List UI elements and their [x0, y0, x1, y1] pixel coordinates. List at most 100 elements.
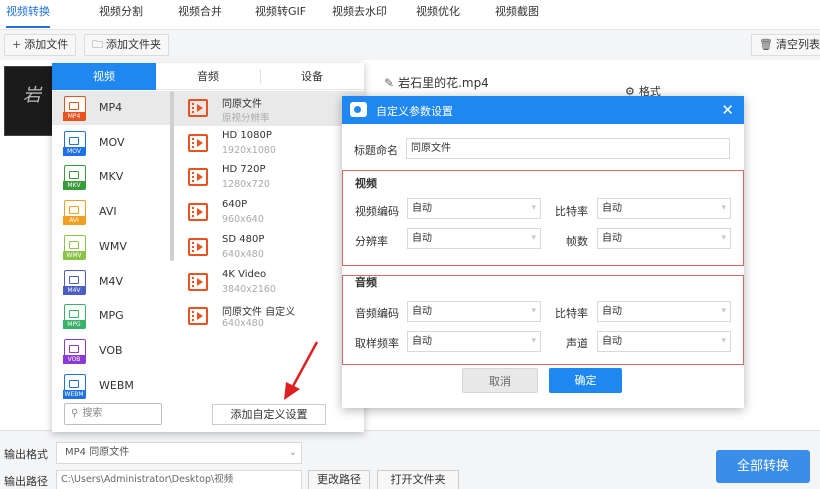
resolution-item[interactable]: SD 480P 640x480 — [174, 230, 364, 265]
sample-rate-select[interactable]: 自动 ▾ — [407, 331, 541, 352]
format-label: AVI — [99, 205, 117, 218]
format-item-avi[interactable]: AVI AVI — [52, 195, 170, 229]
convert-all-button[interactable]: 全部转换 — [716, 450, 810, 483]
format-item-webm[interactable]: WEBM WEBM — [52, 369, 170, 403]
pencil-icon[interactable]: ✎ — [384, 76, 394, 90]
audio-settings-group: 音频 音频编码 自动 ▾ 比特率 自动 ▾ 取样频率 自动 ▾ 声道 自动 ▾ — [342, 275, 744, 365]
audio-bitrate-label: 比特率 — [555, 307, 588, 320]
dialog-title: 自定义参数设置 — [376, 105, 453, 118]
title-name-input[interactable]: 同原文件 — [406, 138, 730, 159]
format-item-mov[interactable]: MOV MOV — [52, 126, 170, 160]
chevron-down-icon: ⌄ — [288, 447, 297, 458]
popup-tab-video[interactable]: 视频 — [52, 63, 156, 90]
resolution-item[interactable]: 同原文件 原视分辨率 — [174, 91, 364, 126]
format-item-wmv[interactable]: WMV WMV — [52, 230, 170, 264]
popup-tab-device[interactable]: 设备 — [260, 63, 364, 90]
audio-codec-label: 音频编码 — [355, 307, 399, 320]
sample-rate-value: 自动 — [412, 336, 432, 347]
search-icon: ⚲ — [71, 408, 79, 419]
resolution-item[interactable]: 4K Video 3840x2160 — [174, 265, 364, 300]
audio-codec-value: 自动 — [412, 306, 432, 317]
resolution-name: SD 480P — [222, 234, 265, 245]
format-item-mkv[interactable]: MKV MKV — [52, 160, 170, 194]
main-tab-bar: 视频转换 视频分割 视频合并 视频转GIF 视频去水印 视频优化 视频截图 — [0, 0, 820, 30]
format-item-mp4[interactable]: MP4 MP4 — [52, 91, 170, 125]
sample-rate-label: 取样频率 — [355, 337, 399, 350]
fps-value: 自动 — [602, 233, 622, 244]
tab-video-merge[interactable]: 视频合并 — [178, 0, 222, 30]
tab-video-remove-watermark[interactable]: 视频去水印 — [332, 0, 387, 30]
dialog-title-bar: 自定义参数设置 ✕ — [342, 96, 744, 124]
video-codec-select[interactable]: 自动 ▾ — [407, 198, 541, 219]
confirm-button[interactable]: 确定 — [549, 368, 622, 393]
resolution-item[interactable]: HD 1080P 1920x1080 — [174, 126, 364, 161]
format-item-m4v[interactable]: M4V M4V — [52, 265, 170, 299]
file-name-text: 岩石里的花.mp4 — [398, 76, 489, 90]
chevron-down-icon: ▾ — [721, 306, 726, 316]
mov-file-icon: MOV — [63, 131, 86, 156]
tab-video-to-gif[interactable]: 视频转GIF — [255, 0, 306, 30]
film-icon — [188, 99, 208, 117]
tab-video-optimize[interactable]: 视频优化 — [416, 0, 460, 30]
thumbnail-text: 岩 — [23, 85, 41, 106]
resolution-item[interactable]: 同原文件 自定义 640x480 — [174, 299, 364, 334]
format-item-mpg[interactable]: MPG MPG — [52, 299, 170, 333]
format-label: MPG — [99, 309, 124, 322]
cancel-button[interactable]: 取消 — [462, 368, 538, 393]
resolution-name: HD 1080P — [222, 130, 272, 141]
search-placeholder: 搜索 — [82, 408, 103, 419]
chevron-down-icon: ▾ — [531, 336, 536, 346]
format-label: MKV — [99, 170, 124, 183]
add-folder-label: 添加文件夹 — [106, 38, 161, 51]
format-item-vob[interactable]: VOB VOB — [52, 334, 170, 368]
vob-file-icon: VOB — [63, 339, 86, 364]
output-format-label: 输出格式 — [4, 448, 48, 461]
trash-icon: 🗑 — [759, 38, 773, 51]
change-path-button[interactable]: 更改路径 — [308, 470, 370, 489]
channel-select[interactable]: 自动 ▾ — [597, 331, 731, 352]
audio-codec-select[interactable]: 自动 ▾ — [407, 301, 541, 322]
chevron-down-icon: ▾ — [721, 203, 726, 213]
film-icon — [188, 134, 208, 152]
add-custom-setting-button[interactable]: 添加自定义设置 — [212, 404, 326, 425]
mp4-file-icon: MP4 — [63, 96, 86, 121]
resolution-select[interactable]: 自动 ▾ — [407, 228, 541, 249]
resolution-size: 640x480 — [222, 249, 264, 260]
clear-list-button[interactable]: 🗑 清空列表 — [751, 34, 820, 56]
custom-params-dialog: 自定义参数设置 ✕ 标题命名 同原文件 视频 视频编码 自动 ▾ 比特率 自动 ▾ … — [342, 96, 744, 408]
tab-video-convert[interactable]: 视频转换 — [6, 0, 50, 30]
fps-select[interactable]: 自动 ▾ — [597, 228, 731, 249]
plus-icon: + — [12, 38, 22, 51]
toolbar: + 添加文件 🗀 添加文件夹 🗑 清空列表 — [0, 30, 820, 60]
bottom-bar: 输出格式 MP4 同原文件 ⌄ 输出路径 C:\Users\Administrat… — [0, 430, 820, 489]
wmv-file-icon: WMV — [63, 235, 86, 260]
resolution-item[interactable]: HD 720P 1280x720 — [174, 160, 364, 195]
tab-video-split[interactable]: 视频分割 — [99, 0, 143, 30]
chevron-down-icon: ▾ — [531, 306, 536, 316]
format-search-input[interactable]: ⚲ 搜索 — [64, 403, 162, 425]
resolution-size: 3840x2160 — [222, 284, 276, 295]
resolution-name: 同原文件 — [222, 99, 262, 110]
film-icon — [188, 273, 208, 291]
popup-tab-audio[interactable]: 音频 — [156, 63, 260, 90]
film-icon — [188, 307, 208, 325]
output-format-value: MP4 同原文件 — [65, 447, 130, 458]
output-format-select[interactable]: MP4 同原文件 ⌄ — [56, 442, 302, 464]
format-popup-tabs: 视频 音频 设备 — [52, 63, 364, 90]
video-bitrate-select[interactable]: 自动 ▾ — [597, 198, 731, 219]
add-file-button[interactable]: + 添加文件 — [4, 34, 77, 56]
add-folder-button[interactable]: 🗀 添加文件夹 — [84, 34, 169, 56]
resolution-name: 4K Video — [222, 269, 267, 280]
chevron-down-icon: ▾ — [531, 203, 536, 213]
format-label: MOV — [99, 136, 125, 149]
resolution-item[interactable]: 640P 960x640 — [174, 195, 364, 230]
film-icon — [188, 238, 208, 256]
format-label: WEBM — [99, 379, 134, 392]
output-path-field[interactable]: C:\Users\Administrator\Desktop\视频 — [56, 470, 302, 489]
audio-bitrate-select[interactable]: 自动 ▾ — [597, 301, 731, 322]
file-name: ✎ 岩石里的花.mp4 — [384, 74, 489, 91]
close-icon[interactable]: ✕ — [721, 101, 734, 119]
open-folder-button[interactable]: 打开文件夹 — [377, 470, 459, 489]
camera-icon — [350, 102, 367, 117]
tab-video-screenshot[interactable]: 视频截图 — [495, 0, 539, 30]
